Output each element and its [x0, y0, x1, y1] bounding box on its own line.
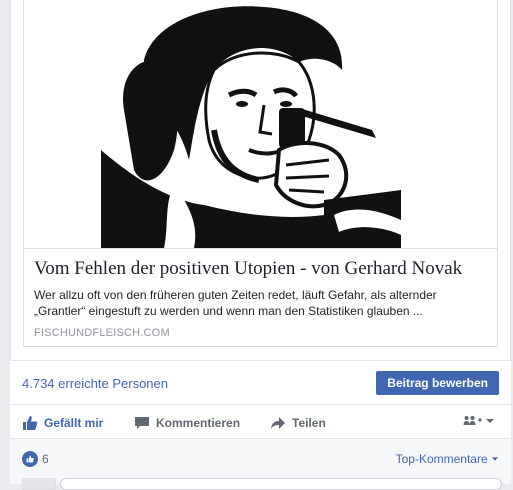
thumbs-up-icon: [23, 416, 38, 430]
friends-plus-icon: [463, 416, 482, 425]
thumbs-up-badge-icon: [26, 455, 34, 463]
boost-post-button[interactable]: Beitrag bewerben: [376, 371, 499, 395]
action-bar: Gefällt mir Kommentieren Teilen: [10, 405, 511, 439]
commenter-avatar: [22, 478, 56, 490]
chevron-down-icon: [486, 419, 494, 423]
link-domain: FISCHUNDFLEISCH.COM: [34, 327, 170, 339]
reaction-count[interactable]: 6: [42, 452, 49, 466]
comment-button[interactable]: Kommentieren: [134, 414, 240, 432]
link-description: Wer allzu oft von den früheren guten Zei…: [34, 288, 437, 318]
comment-label: Kommentieren: [156, 416, 241, 430]
like-reaction-icon[interactable]: [22, 451, 38, 467]
share-button[interactable]: Teilen: [270, 414, 326, 432]
sort-chevron-icon: [491, 457, 499, 461]
like-label: Gefällt mir: [44, 416, 104, 430]
audience-selector[interactable]: [463, 415, 495, 427]
comment-sort-label: Top-Kommentare: [395, 452, 488, 466]
portrait-image: [24, 0, 497, 248]
comment-icon: [135, 417, 149, 429]
share-label: Teilen: [292, 416, 326, 430]
share-arrow-icon: [271, 417, 285, 429]
comment-sort-dropdown[interactable]: Top-Kommentare: [396, 452, 499, 466]
reach-count-link[interactable]: 4.734 erreichte Personen: [22, 376, 168, 391]
link-headline[interactable]: Vom Fehlen der positiven Utopien - von G…: [34, 258, 489, 280]
like-button[interactable]: Gefällt mir: [22, 414, 103, 432]
preview-image[interactable]: [24, 0, 497, 249]
link-preview[interactable]: Vom Fehlen der positiven Utopien - von G…: [23, 0, 498, 347]
reach-row: 4.734 erreichte Personen Beitrag bewerbe…: [10, 360, 511, 405]
comment-input[interactable]: [60, 478, 502, 490]
